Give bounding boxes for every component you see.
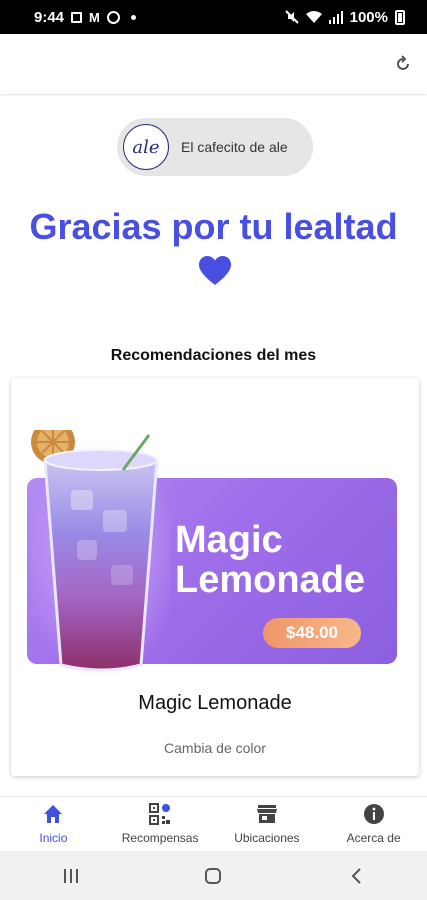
nav-item-ubicaciones[interactable]: Ubicaciones [214,797,321,851]
heart-icon [199,256,231,285]
home-icon [44,805,63,823]
promo-card[interactable]: Magic Lemonade $48.00 Magic Lemonade Cam… [11,378,419,776]
system-nav-bar [0,851,427,900]
signal-icon [328,10,343,24]
banner-title: Magic Lemonade [175,519,366,601]
battery-icon [395,9,405,25]
mute-icon [284,10,299,24]
battery-percent: 100% [349,8,388,26]
status-bar: 9:44 M 100% [0,0,427,34]
nav-item-recompensas[interactable]: Recompensas [107,797,214,851]
thanks-title: Gracias por tu lealtad [29,206,398,247]
qr-icon [149,803,171,825]
price-badge: $48.00 [263,618,361,648]
brand-logo: ale [123,124,169,170]
refresh-icon[interactable] [393,54,413,74]
promo-image: Magic Lemonade $48.00 [27,390,397,680]
recent-apps-button[interactable] [51,861,91,891]
mail-notification-icon: M [89,9,100,25]
recent-apps-icon [64,868,79,883]
nav-item-acerca-de[interactable]: Acerca de [320,797,427,851]
back-chevron-icon [351,867,361,884]
at-notification-icon [106,10,120,24]
more-notifications-icon [130,14,136,20]
home-square-icon [205,867,222,884]
status-time: 9:44 [34,8,65,26]
brand-name: El cafecito de ale [181,139,288,155]
info-icon [363,804,384,824]
status-right: 100% [284,8,405,26]
status-left: 9:44 M [34,9,136,26]
nav-label-ubicaciones: Ubicaciones [234,831,300,845]
image-notification-icon [71,11,83,23]
nav-label-recompensas: Recompensas [121,831,199,845]
store-icon [256,805,277,823]
bottom-nav: Inicio Recompensas Ubicaciones Acerca de [0,796,427,851]
product-description: Cambia de color [164,740,266,756]
brand-pill: ale El cafecito de ale [117,118,313,176]
back-button[interactable] [336,861,376,891]
app-bar [0,34,427,94]
drink-glass-illustration [31,430,171,680]
wifi-icon [305,10,322,23]
product-name: Magic Lemonade [138,692,292,714]
home-button[interactable] [193,861,233,891]
section-title: Recomendaciones del mes [110,347,317,364]
nav-label-acerca-de: Acerca de [346,831,401,845]
nav-label-inicio: Inicio [39,831,68,845]
nav-item-inicio[interactable]: Inicio [0,797,107,851]
